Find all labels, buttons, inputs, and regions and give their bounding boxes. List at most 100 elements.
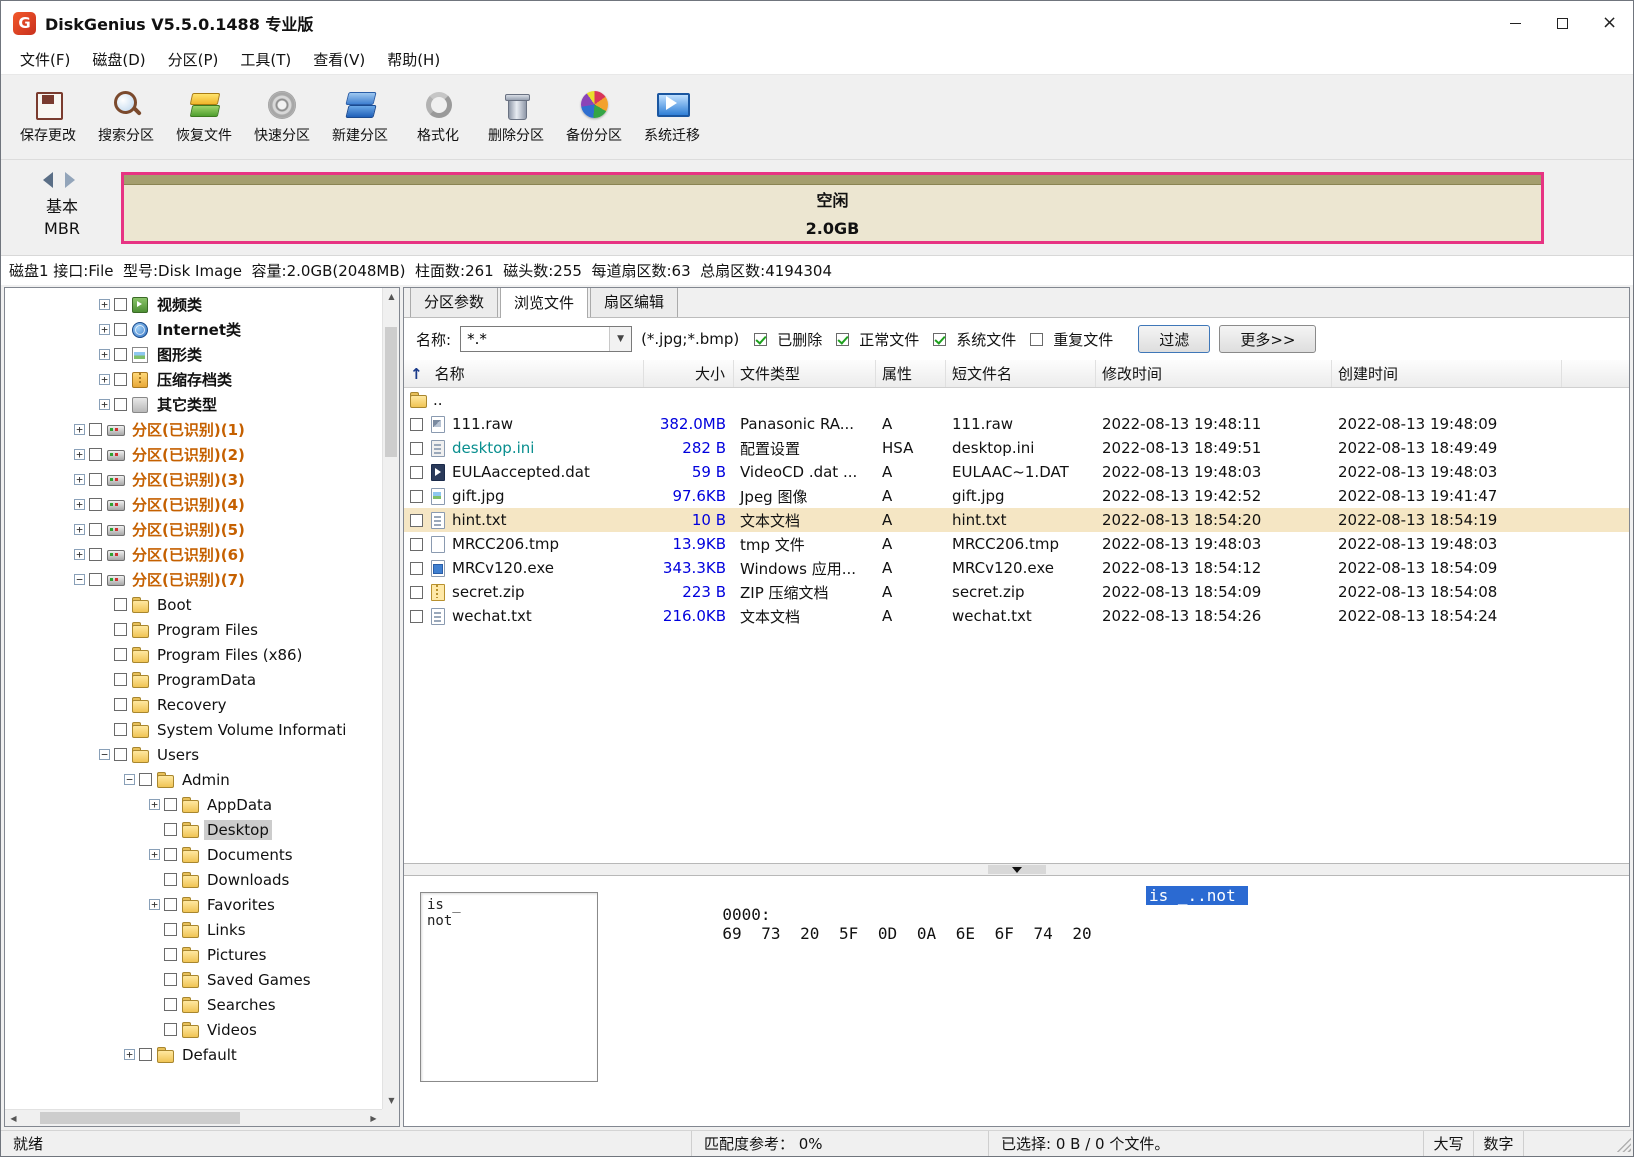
tree-item[interactable]: Program Files (x86) [5,642,382,667]
row-checkbox[interactable] [410,417,423,431]
tree-item[interactable]: + Default [5,1042,382,1067]
tree-expander-icon[interactable]: + [124,1049,135,1060]
tree-horizontal-scrollbar[interactable]: ◀ ▶ [5,1109,382,1126]
toolbar-button[interactable]: 新建分区 [321,79,399,155]
column-header-shortname[interactable]: 短文件名 [946,360,1096,387]
tree-expander-icon[interactable]: + [99,324,110,335]
menu-item[interactable]: 文件(F) [9,45,81,74]
tree-expander-icon[interactable]: + [99,374,110,385]
tree-checkbox[interactable] [139,1048,152,1061]
tree-item[interactable]: Downloads [5,867,382,892]
chevron-down-icon[interactable]: ▼ [609,327,632,351]
file-row[interactable]: desktop.ini 282 B 配置设置 HSA desktop.ini 2… [404,436,1629,460]
tree-item[interactable]: − Users [5,742,382,767]
filename-pattern-combobox[interactable]: ▼ [460,326,633,352]
toolbar-button[interactable]: 保存更改 [9,79,87,155]
scroll-left-icon[interactable]: ◀ [5,1110,22,1126]
prev-disk-arrow-icon[interactable] [43,172,53,188]
tree-checkbox[interactable] [89,548,102,561]
tree-item[interactable]: + 视频类 [5,292,382,317]
tree-checkbox[interactable] [114,373,127,386]
tree-checkbox[interactable] [89,473,102,486]
tree-expander-icon[interactable]: + [149,799,160,810]
file-name[interactable]: desktop.ini [452,439,534,457]
column-header-type[interactable]: 文件类型 [734,360,876,387]
tree-checkbox[interactable] [114,348,127,361]
tree-item[interactable]: System Volume Informati [5,717,382,742]
tree-checkbox[interactable] [164,948,177,961]
row-checkbox[interactable] [410,513,423,527]
tree-item[interactable]: − Admin [5,767,382,792]
file-name[interactable]: MRCC206.tmp [452,535,559,553]
tree-checkbox[interactable] [164,998,177,1011]
file-name[interactable]: EULAaccepted.dat [452,463,590,481]
tree-item[interactable]: Program Files [5,617,382,642]
tree-item[interactable]: ProgramData [5,667,382,692]
tree-checkbox[interactable] [114,323,127,336]
tree-item[interactable]: − 分区(已识别)(7) [5,567,382,592]
toolbar-button[interactable]: 系统迁移 [633,79,711,155]
tree-item[interactable]: + 分区(已识别)(2) [5,442,382,467]
resize-grip[interactable] [1615,1135,1631,1152]
filename-pattern-input[interactable] [461,330,604,348]
column-header-size[interactable]: 大小 [644,360,734,387]
file-row[interactable]: hint.txt 10 B 文本文档 A hint.txt 2022-08-13… [404,508,1629,532]
tree-item[interactable]: + Favorites [5,892,382,917]
filter-checkbox-option[interactable]: 系统文件 [933,329,1016,350]
scroll-right-icon[interactable]: ▶ [365,1110,382,1126]
partition-block-free[interactable]: 空闲 2.0GB [121,172,1544,244]
tree-checkbox[interactable] [164,798,177,811]
toolbar-button[interactable]: 快速分区 [243,79,321,155]
tree-expander-icon[interactable]: + [99,349,110,360]
file-row[interactable]: 111.raw 382.0MB Panasonic RA... A 111.ra… [404,412,1629,436]
tree-item[interactable]: Saved Games [5,967,382,992]
tree-checkbox[interactable] [114,398,127,411]
tree-expander-icon[interactable]: − [74,574,85,585]
tree-expander-icon[interactable]: + [149,899,160,910]
row-checkbox[interactable] [410,561,423,575]
tree-item[interactable]: + 图形类 [5,342,382,367]
tree-vertical-scrollbar[interactable]: ▲ ▼ [382,288,399,1109]
tree-item[interactable]: + 分区(已识别)(4) [5,492,382,517]
tree-checkbox[interactable] [114,748,127,761]
row-checkbox[interactable] [410,489,423,503]
tree-checkbox[interactable] [114,673,127,686]
tab[interactable]: 分区参数 [410,288,499,317]
scroll-track[interactable] [22,1110,365,1126]
menu-item[interactable]: 分区(P) [157,45,230,74]
menu-item[interactable]: 帮助(H) [376,45,451,74]
tree-checkbox[interactable] [164,848,177,861]
tree-item[interactable]: Searches [5,992,382,1017]
toolbar-button[interactable]: 搜索分区 [87,79,165,155]
tree-checkbox[interactable] [89,423,102,436]
next-disk-arrow-icon[interactable] [65,172,75,188]
tree-checkbox[interactable] [139,773,152,786]
row-checkbox[interactable] [410,537,423,551]
checkbox[interactable] [836,332,850,346]
checkbox[interactable] [754,332,768,346]
column-header-attr[interactable]: 属性 [876,360,946,387]
tree-expander-icon[interactable]: − [99,749,110,760]
file-name[interactable]: wechat.txt [452,607,532,625]
tree-item[interactable]: + AppData [5,792,382,817]
tree-checkbox[interactable] [114,623,127,636]
tree-item[interactable]: Videos [5,1017,382,1042]
tree-expander-icon[interactable]: + [74,549,85,560]
tree-item[interactable]: Boot [5,592,382,617]
tree-expander-icon[interactable]: + [74,424,85,435]
tree-item[interactable]: + 分区(已识别)(5) [5,517,382,542]
filter-checkbox-option[interactable]: 重复文件 [1030,329,1113,350]
row-checkbox[interactable] [410,441,423,455]
tree-item[interactable]: + Documents [5,842,382,867]
tree-checkbox[interactable] [164,823,177,836]
hex-ascii-selected[interactable]: is _..not [1146,886,1249,905]
toolbar-button[interactable]: 恢复文件 [165,79,243,155]
tree-checkbox[interactable] [114,298,127,311]
tree-checkbox[interactable] [164,873,177,886]
file-row[interactable]: MRCC206.tmp 13.9KB tmp 文件 A MRCC206.tmp … [404,532,1629,556]
tree-item[interactable]: Recovery [5,692,382,717]
file-name[interactable]: secret.zip [452,583,525,601]
menu-item[interactable]: 查看(V) [302,45,376,74]
tree-checkbox[interactable] [89,523,102,536]
hex-line[interactable]: 0000: 69 73 20 5F 0D 0A 6E 6F 74 20 [626,886,1091,962]
